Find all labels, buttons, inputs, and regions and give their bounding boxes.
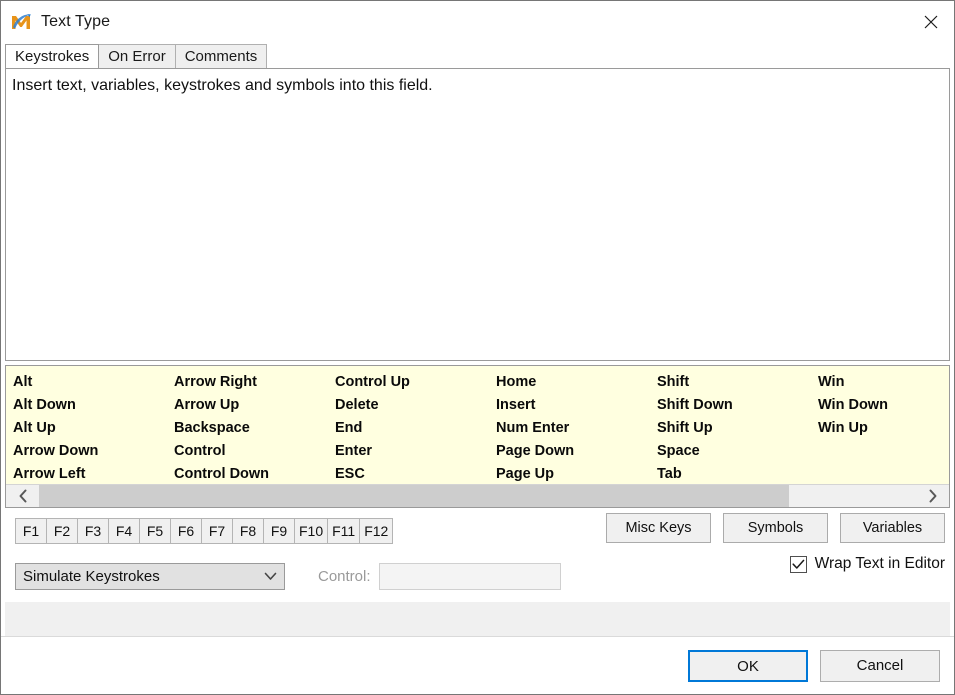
text-editor[interactable]: Insert text, variables, keystrokes and s… <box>5 68 950 361</box>
list-item[interactable]: Shift <box>657 371 818 394</box>
list-item[interactable]: Shift Down <box>657 394 818 417</box>
text-type-dialog: Text Type Keystrokes On Error Comments I… <box>0 0 955 695</box>
list-item[interactable]: Win <box>818 371 949 394</box>
function-keys-group: F1 F2 F3 F4 F5 F6 F7 F8 F9 F10 F11 F12 <box>15 518 392 544</box>
list-item[interactable]: Backspace <box>174 417 335 440</box>
fkey-button-f5[interactable]: F5 <box>139 518 171 544</box>
misc-keys-button[interactable]: Misc Keys <box>606 513 711 543</box>
fkey-button-f1[interactable]: F1 <box>15 518 47 544</box>
list-item[interactable]: Delete <box>335 394 496 417</box>
ok-button[interactable]: OK <box>688 650 808 682</box>
variables-button[interactable]: Variables <box>840 513 945 543</box>
fkey-button-f10[interactable]: F10 <box>294 518 328 544</box>
list-item[interactable]: Win Down <box>818 394 949 417</box>
wrap-text-checkbox-row[interactable]: Wrap Text in Editor <box>790 555 945 573</box>
keyword-column: Home Insert Num Enter Page Down Page Up <box>496 371 657 484</box>
insert-buttons-group: Misc Keys Symbols Variables <box>606 513 945 543</box>
function-key-row: F1 F2 F3 F4 F5 F6 F7 F8 F9 F10 F11 F12 M… <box>5 513 950 549</box>
list-item[interactable]: Home <box>496 371 657 394</box>
cancel-button[interactable]: Cancel <box>820 650 940 682</box>
list-item[interactable]: Control <box>174 440 335 463</box>
dialog-filler <box>5 602 950 636</box>
list-item[interactable]: Arrow Left <box>13 463 174 484</box>
keystroke-mode-value: Simulate Keystrokes <box>16 568 256 585</box>
list-item[interactable]: Num Enter <box>496 417 657 440</box>
list-item[interactable]: Shift Up <box>657 417 818 440</box>
fkey-button-f2[interactable]: F2 <box>46 518 78 544</box>
horizontal-scrollbar[interactable] <box>6 484 949 507</box>
keyword-column: Control Up Delete End Enter ESC <box>335 371 496 484</box>
list-item[interactable]: Win Up <box>818 417 949 440</box>
wrap-text-label: Wrap Text in Editor <box>815 555 945 573</box>
scrollbar-thumb[interactable] <box>39 485 789 507</box>
keystroke-mode-select[interactable]: Simulate Keystrokes <box>15 563 285 590</box>
editor-content[interactable]: Insert text, variables, keystrokes and s… <box>6 69 949 96</box>
list-item[interactable]: Arrow Down <box>13 440 174 463</box>
scrollbar-track[interactable] <box>39 485 916 507</box>
tab-strip: Keystrokes On Error Comments <box>1 43 954 68</box>
list-item[interactable]: Arrow Up <box>174 394 335 417</box>
list-item[interactable]: Insert <box>496 394 657 417</box>
list-item[interactable]: Page Up <box>496 463 657 484</box>
keyword-column: Shift Shift Down Shift Up Space Tab <box>657 371 818 484</box>
wrap-text-checkbox[interactable] <box>790 556 807 573</box>
keyword-column: Alt Alt Down Alt Up Arrow Down Arrow Lef… <box>13 371 174 484</box>
list-item[interactable]: Control Down <box>174 463 335 484</box>
list-item[interactable]: Space <box>657 440 818 463</box>
fkey-button-f7[interactable]: F7 <box>201 518 233 544</box>
control-input[interactable] <box>379 563 561 590</box>
keyword-columns: Alt Alt Down Alt Up Arrow Down Arrow Lef… <box>6 366 949 484</box>
list-item[interactable]: Enter <box>335 440 496 463</box>
macro-express-logo-icon <box>10 11 32 33</box>
fkey-button-f3[interactable]: F3 <box>77 518 109 544</box>
fkey-button-f8[interactable]: F8 <box>232 518 264 544</box>
chevron-right-icon[interactable] <box>916 485 949 507</box>
list-item[interactable]: Alt <box>13 371 174 394</box>
fkey-button-f12[interactable]: F12 <box>359 518 393 544</box>
chevron-left-icon[interactable] <box>6 485 39 507</box>
keyword-column: Arrow Right Arrow Up Backspace Control C… <box>174 371 335 484</box>
close-icon[interactable] <box>908 1 954 42</box>
list-item[interactable]: Tab <box>657 463 818 484</box>
keyword-column: Win Win Down Win Up <box>818 371 949 484</box>
mode-row: Simulate Keystrokes Control: Wrap Text i… <box>5 554 950 598</box>
list-item[interactable]: Control Up <box>335 371 496 394</box>
tab-comments[interactable]: Comments <box>175 44 268 68</box>
title-bar: Text Type <box>1 1 954 43</box>
control-label: Control: <box>318 568 371 585</box>
list-item[interactable]: End <box>335 417 496 440</box>
window-title: Text Type <box>41 13 110 31</box>
dialog-footer: OK Cancel <box>1 636 954 694</box>
fkey-button-f9[interactable]: F9 <box>263 518 295 544</box>
fkey-button-f6[interactable]: F6 <box>170 518 202 544</box>
symbols-button[interactable]: Symbols <box>723 513 828 543</box>
tab-on-error[interactable]: On Error <box>98 44 176 68</box>
list-item[interactable]: ESC <box>335 463 496 484</box>
list-item[interactable]: Page Down <box>496 440 657 463</box>
chevron-down-icon[interactable] <box>256 572 284 581</box>
fkey-button-f11[interactable]: F11 <box>327 518 360 544</box>
list-item[interactable]: Alt Up <box>13 417 174 440</box>
keystroke-keyword-list[interactable]: Alt Alt Down Alt Up Arrow Down Arrow Lef… <box>5 365 950 508</box>
list-item[interactable]: Arrow Right <box>174 371 335 394</box>
list-item[interactable]: Alt Down <box>13 394 174 417</box>
fkey-button-f4[interactable]: F4 <box>108 518 140 544</box>
tab-keystrokes[interactable]: Keystrokes <box>5 44 99 68</box>
